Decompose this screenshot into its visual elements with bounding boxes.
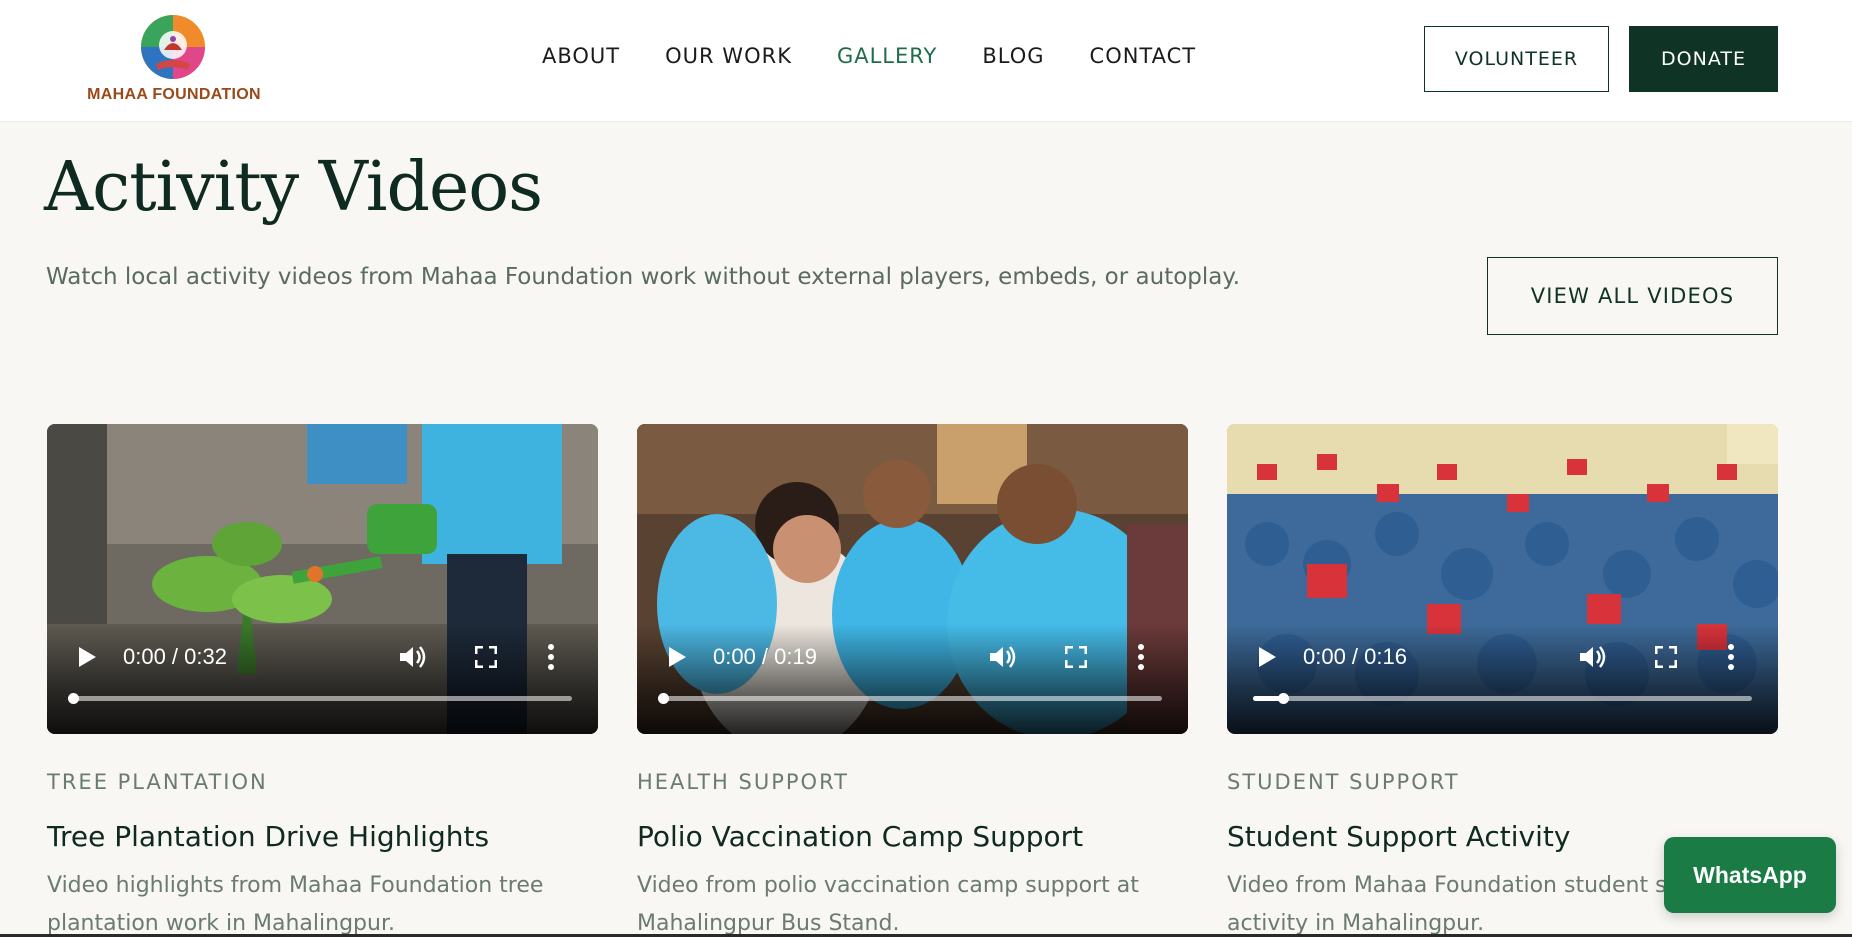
more-vertical-icon[interactable] (1727, 644, 1735, 670)
video-progress-bar[interactable] (68, 693, 572, 704)
video-progress-thumb[interactable] (68, 693, 79, 704)
volume-icon[interactable] (1579, 644, 1607, 670)
video-card: 0:00 / 0:19 HEALTH SUPPORT Polio Vaccina… (637, 424, 1188, 937)
nav-contact[interactable]: CONTACT (1090, 44, 1197, 68)
nav-our-work[interactable]: OUR WORK (665, 44, 792, 68)
volunteer-button[interactable]: VOLUNTEER (1424, 26, 1609, 92)
more-vertical-icon[interactable] (1137, 644, 1145, 670)
play-icon[interactable] (1257, 646, 1277, 668)
fullscreen-icon[interactable] (475, 646, 497, 668)
video-controls-bar (47, 624, 598, 734)
volume-icon[interactable] (989, 644, 1017, 670)
video-progress-bar[interactable] (658, 693, 1162, 704)
whatsapp-button[interactable]: WhatsApp (1664, 837, 1836, 913)
video-title[interactable]: Tree Plantation Drive Highlights (47, 820, 598, 853)
play-icon[interactable] (667, 646, 687, 668)
video-category: TREE PLANTATION (47, 770, 268, 794)
page-title: Activity Videos (44, 148, 543, 227)
video-category: STUDENT SUPPORT (1227, 770, 1460, 794)
main-nav: ABOUT OUR WORK GALLERY BLOG CONTACT (542, 44, 1241, 68)
video-time: 0:00 / 0:32 (123, 644, 227, 669)
site-logo[interactable]: MAHAA FOUNDATION (86, 10, 276, 110)
view-all-videos-button[interactable]: VIEW ALL VIDEOS (1487, 257, 1778, 335)
site-header: MAHAA FOUNDATION ABOUT OUR WORK GALLERY … (0, 0, 1852, 122)
logo-text: MAHAA FOUNDATION (87, 86, 261, 103)
video-progress-thumb[interactable] (1277, 693, 1289, 704)
video-player[interactable]: 0:00 / 0:16 (1227, 424, 1778, 734)
video-time: 0:00 / 0:16 (1303, 644, 1407, 669)
video-progress-bar[interactable] (1253, 693, 1752, 704)
page-description: Watch local activity videos from Mahaa F… (46, 264, 1241, 290)
nav-gallery[interactable]: GALLERY (837, 44, 937, 68)
video-player[interactable]: 0:00 / 0:32 (47, 424, 598, 734)
donate-button[interactable]: DONATE (1629, 26, 1778, 92)
play-icon[interactable] (77, 646, 97, 668)
nav-blog[interactable]: BLOG (982, 44, 1044, 68)
video-description: Video from polio vaccination camp suppor… (637, 873, 1139, 936)
video-controls-bar (1227, 624, 1778, 734)
video-player[interactable]: 0:00 / 0:19 (637, 424, 1188, 734)
fullscreen-icon[interactable] (1065, 646, 1087, 668)
logo-mark-icon (141, 15, 205, 79)
video-description: Video highlights from Mahaa Foundation t… (47, 873, 544, 936)
more-vertical-icon[interactable] (547, 644, 555, 670)
volume-icon[interactable] (399, 644, 427, 670)
video-progress-thumb[interactable] (658, 693, 669, 704)
video-card: 0:00 / 0:32 TREE PLANTATION Tree Plantat… (47, 424, 598, 937)
fullscreen-icon[interactable] (1655, 646, 1677, 668)
video-controls-bar (637, 624, 1188, 734)
video-title[interactable]: Polio Vaccination Camp Support (637, 820, 1188, 853)
video-category: HEALTH SUPPORT (637, 770, 849, 794)
nav-about[interactable]: ABOUT (542, 44, 620, 68)
video-time: 0:00 / 0:19 (713, 644, 817, 669)
